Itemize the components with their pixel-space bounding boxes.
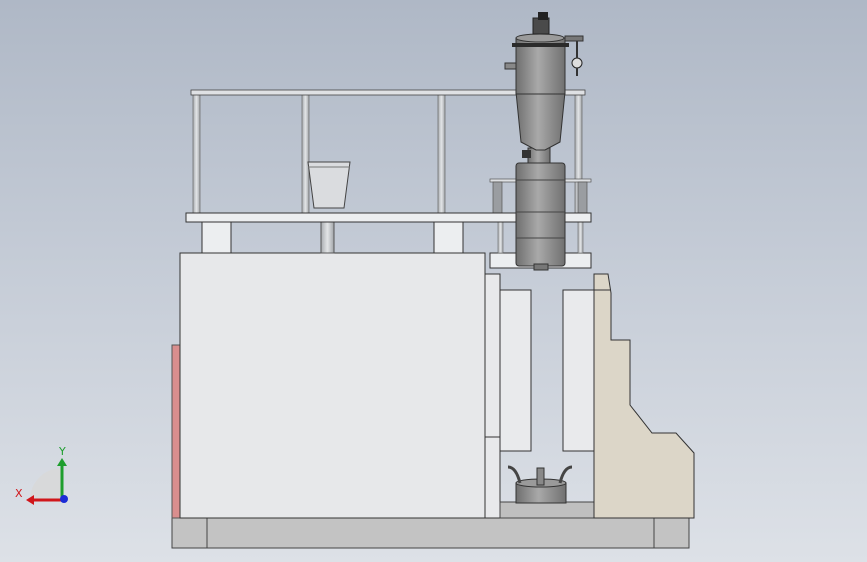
deck-support-right bbox=[433, 220, 464, 254]
vacuum-loader bbox=[504, 12, 584, 151]
coordinate-triad: X Y bbox=[15, 445, 68, 505]
x-axis-label: X bbox=[15, 487, 23, 500]
feed-hopper bbox=[307, 161, 351, 209]
cabinet-side-strip bbox=[484, 273, 501, 519]
machine-drawing[interactable]: X Y bbox=[0, 0, 867, 562]
lower-plate bbox=[499, 501, 595, 519]
receiver-tank bbox=[515, 147, 566, 271]
main-cabinet bbox=[179, 252, 486, 519]
right-inner-panel bbox=[562, 289, 595, 452]
beige-side-frame bbox=[593, 273, 695, 519]
deck-center-post bbox=[320, 220, 335, 254]
model-viewport[interactable]: X Y bbox=[0, 0, 867, 562]
y-axis-label: Y bbox=[58, 445, 66, 458]
left-inner-panel bbox=[499, 289, 532, 452]
base-platform bbox=[171, 517, 690, 549]
discharge-bucket bbox=[507, 465, 573, 504]
deck-support-left bbox=[201, 220, 232, 254]
z-axis-dot bbox=[60, 495, 68, 503]
